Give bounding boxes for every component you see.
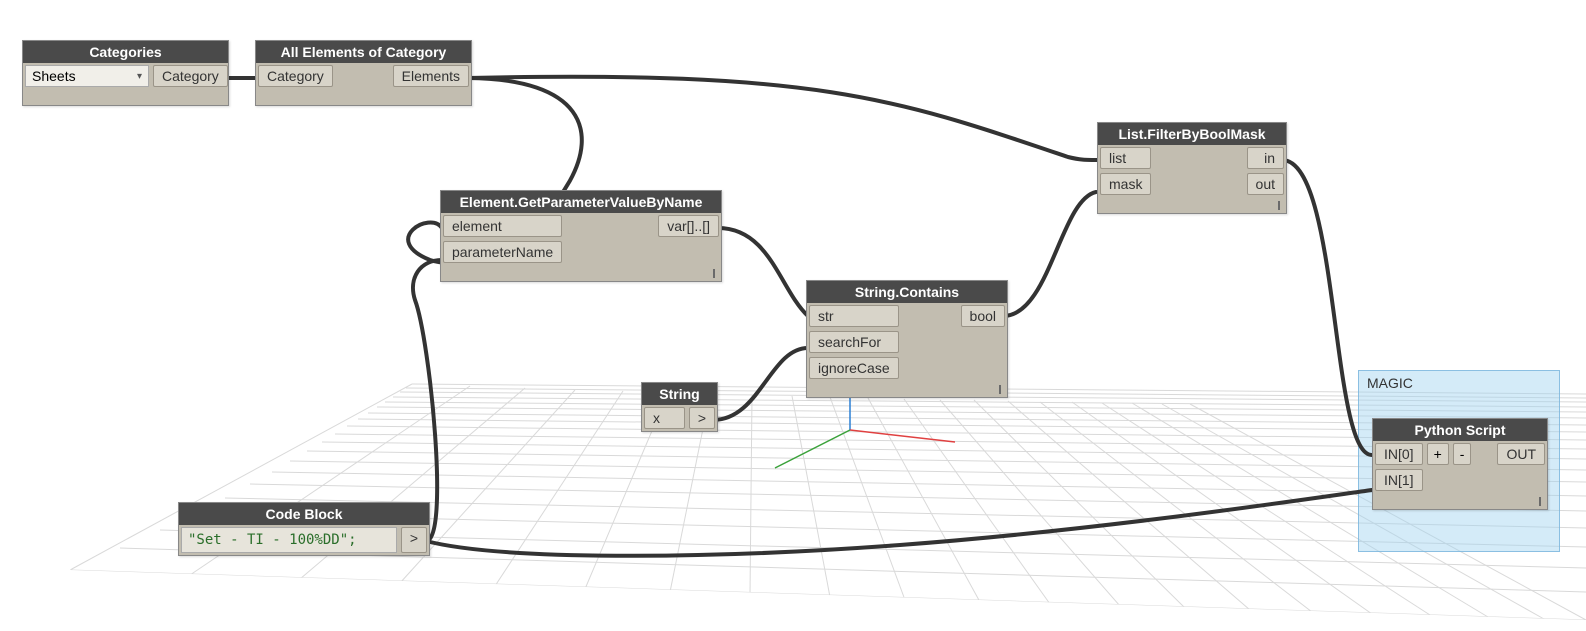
node-python-script[interactable]: Python Script IN[0] IN[1] + - OUT (1372, 418, 1548, 510)
code-input[interactable]: "Set - TI - 100%DD"; (181, 527, 397, 553)
output-port-category[interactable]: Category (153, 65, 228, 87)
node-title: Categories (23, 41, 228, 63)
lacing-indicator-icon (999, 385, 1001, 394)
input-port-str[interactable]: str (809, 305, 899, 327)
remove-input-button[interactable]: - (1453, 443, 1472, 465)
input-port-element[interactable]: element (443, 215, 562, 237)
node-title: Code Block (179, 503, 429, 525)
input-port-in1[interactable]: IN[1] (1375, 469, 1423, 491)
add-input-button[interactable]: + (1427, 443, 1449, 465)
node-title: All Elements of Category (256, 41, 471, 63)
node-string-contains[interactable]: String.Contains str searchFor ignoreCase… (806, 280, 1008, 398)
output-port-out[interactable]: OUT (1497, 443, 1545, 465)
output-port-elements[interactable]: Elements (393, 65, 469, 87)
input-port-parameter-name[interactable]: parameterName (443, 241, 562, 263)
chevron-down-icon: ▾ (137, 71, 142, 82)
input-port-x[interactable]: x (644, 407, 685, 429)
node-code-block[interactable]: Code Block "Set - TI - 100%DD"; > (178, 502, 430, 556)
input-port-in0[interactable]: IN[0] (1375, 443, 1423, 465)
input-port-ignore-case[interactable]: ignoreCase (809, 357, 899, 379)
output-port[interactable]: > (689, 407, 715, 429)
node-title: List.FilterByBoolMask (1098, 123, 1286, 145)
node-title: Element.GetParameterValueByName (441, 191, 721, 213)
output-port-bool[interactable]: bool (961, 305, 1005, 327)
input-port-category[interactable]: Category (258, 65, 333, 87)
lacing-indicator-icon (1539, 497, 1541, 506)
categories-dropdown[interactable]: Sheets ▾ (25, 65, 149, 87)
group-label: MAGIC (1367, 375, 1413, 391)
dropdown-value: Sheets (32, 68, 76, 84)
dynamo-canvas[interactable]: { "group": { "label": "MAGIC" }, "nodes"… (0, 0, 1586, 631)
node-title: String.Contains (807, 281, 1007, 303)
input-port-list[interactable]: list (1100, 147, 1151, 169)
output-port-out[interactable]: out (1247, 173, 1284, 195)
node-get-parameter-value-by-name[interactable]: Element.GetParameterValueByName element … (440, 190, 722, 282)
output-port-in[interactable]: in (1247, 147, 1284, 169)
node-categories[interactable]: Categories Sheets ▾ Category (22, 40, 229, 106)
node-filter-by-bool-mask[interactable]: List.FilterByBoolMask list mask in out (1097, 122, 1287, 214)
output-port[interactable]: > (401, 527, 427, 553)
input-port-search-for[interactable]: searchFor (809, 331, 899, 353)
lacing-indicator-icon (1278, 201, 1280, 210)
input-port-mask[interactable]: mask (1100, 173, 1151, 195)
node-all-elements-of-category[interactable]: All Elements of Category Category Elemen… (255, 40, 472, 106)
node-title: Python Script (1373, 419, 1547, 441)
node-string[interactable]: String x > (641, 382, 718, 432)
node-title: String (642, 383, 717, 405)
lacing-indicator-icon (713, 269, 715, 278)
output-port-var[interactable]: var[]..[] (658, 215, 719, 237)
